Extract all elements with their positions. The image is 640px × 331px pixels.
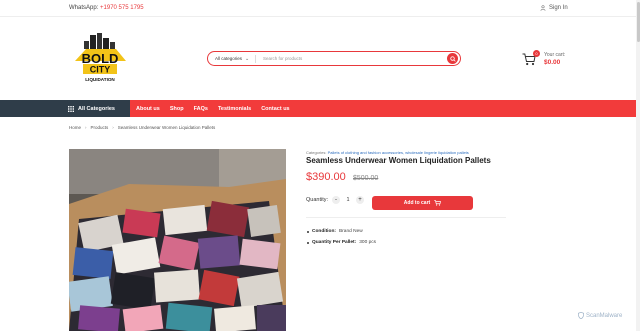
spec-label: Condition: <box>312 229 336 234</box>
search-input[interactable]: Search for products <box>256 56 447 61</box>
product-categories: Categories: Pallets of clothing and fash… <box>306 150 491 155</box>
all-categories-button[interactable]: All Categories <box>0 100 130 117</box>
breadcrumb-home[interactable]: Home <box>69 125 81 130</box>
watermark-text: ScanMalware <box>586 312 623 319</box>
watermark: ScanMalware <box>578 312 622 319</box>
search-button[interactable] <box>447 53 458 64</box>
add-to-cart-label: Add to cart <box>403 200 431 206</box>
grid-icon <box>68 105 74 112</box>
product-price: $390.00 <box>306 171 346 183</box>
svg-text:LIQUIDATION: LIQUIDATION <box>85 77 115 82</box>
category-select[interactable]: All categories ⌄ <box>208 54 256 63</box>
chevron-down-icon: ⌄ <box>245 55 250 62</box>
quantity-input[interactable]: 1 <box>344 197 352 203</box>
nav-item-about-us[interactable]: About us <box>136 106 160 112</box>
search-bar: All categories ⌄ Search for products <box>207 51 461 66</box>
sign-in-link[interactable]: Sign In <box>540 5 568 11</box>
site-logo[interactable]: BOLD CITY LIQUIDATION <box>70 33 130 85</box>
categories-links[interactable]: Pallets of clothing and fashion accessor… <box>328 150 469 155</box>
scrollbar-thumb[interactable] <box>636 2 640 42</box>
top-bar: WhatsApp: +1970 575 1795 Sign In <box>0 0 640 17</box>
main-nav: All Categories About us Shop FAQs Testim… <box>0 100 636 117</box>
spec-condition: Condition: Brand New <box>307 229 376 234</box>
quantity-label: Quantity: <box>306 197 329 203</box>
breadcrumb-current: Seamless Underwear Women Liquidation Pal… <box>117 125 216 130</box>
all-categories-label: All Categories <box>78 105 115 112</box>
product-title: Seamless Underwear Women Liquidation Pal… <box>306 156 491 165</box>
bullet-icon <box>307 241 309 244</box>
product-summary: Categories: Pallets of clothing and fash… <box>306 150 491 183</box>
add-to-cart-button[interactable]: Add to cart <box>372 196 473 210</box>
nav-item-faqs[interactable]: FAQs <box>194 106 208 112</box>
spec-quantity-per-pallet: Quantity Per Pallet: 300 pcs <box>307 240 376 245</box>
page-scrollbar[interactable] <box>636 0 640 331</box>
nav-item-testimonials[interactable]: Testimonials <box>218 106 251 112</box>
whatsapp-number[interactable]: +1970 575 1795 <box>100 5 144 11</box>
cart-amount: $0.00 <box>544 59 561 66</box>
svg-text:CITY: CITY <box>90 65 111 75</box>
user-icon <box>540 5 546 11</box>
shield-icon <box>578 312 584 319</box>
bullet-icon <box>307 230 309 233</box>
spec-value: 300 pcs <box>359 240 377 245</box>
whatsapp-contact[interactable]: WhatsApp: +1970 575 1795 <box>69 5 144 11</box>
breadcrumb: Home › Products › Seamless Underwear Wom… <box>69 125 215 130</box>
cart-label: Your cart: <box>544 52 566 58</box>
quantity-decrease-button[interactable]: - <box>332 196 341 204</box>
chevron-right-icon: › <box>85 125 87 130</box>
spec-label: Quantity Per Pallet: <box>312 240 357 245</box>
product-specs: Condition: Brand New Quantity Per Pallet… <box>307 229 376 251</box>
breadcrumb-products[interactable]: Products <box>91 125 109 130</box>
category-select-value: All categories <box>215 56 243 61</box>
search-icon <box>449 55 456 62</box>
nav-item-contact-us[interactable]: Contact us <box>261 106 289 112</box>
quantity-increase-button[interactable]: + <box>356 196 365 204</box>
sign-in-label: Sign In <box>549 5 568 11</box>
categories-label: Categories: <box>306 150 327 155</box>
spec-value: Brand New <box>338 229 363 234</box>
chevron-right-icon: › <box>112 125 114 130</box>
divider <box>306 217 506 218</box>
cart-icon <box>434 200 442 206</box>
nav-item-shop[interactable]: Shop <box>170 106 184 112</box>
whatsapp-label: WhatsApp: <box>69 5 99 11</box>
product-image[interactable] <box>69 149 286 331</box>
cart-count-badge: 0 <box>533 50 540 57</box>
product-old-price: $500.00 <box>353 175 379 182</box>
quantity-stepper: Quantity: - 1 + <box>306 196 365 204</box>
